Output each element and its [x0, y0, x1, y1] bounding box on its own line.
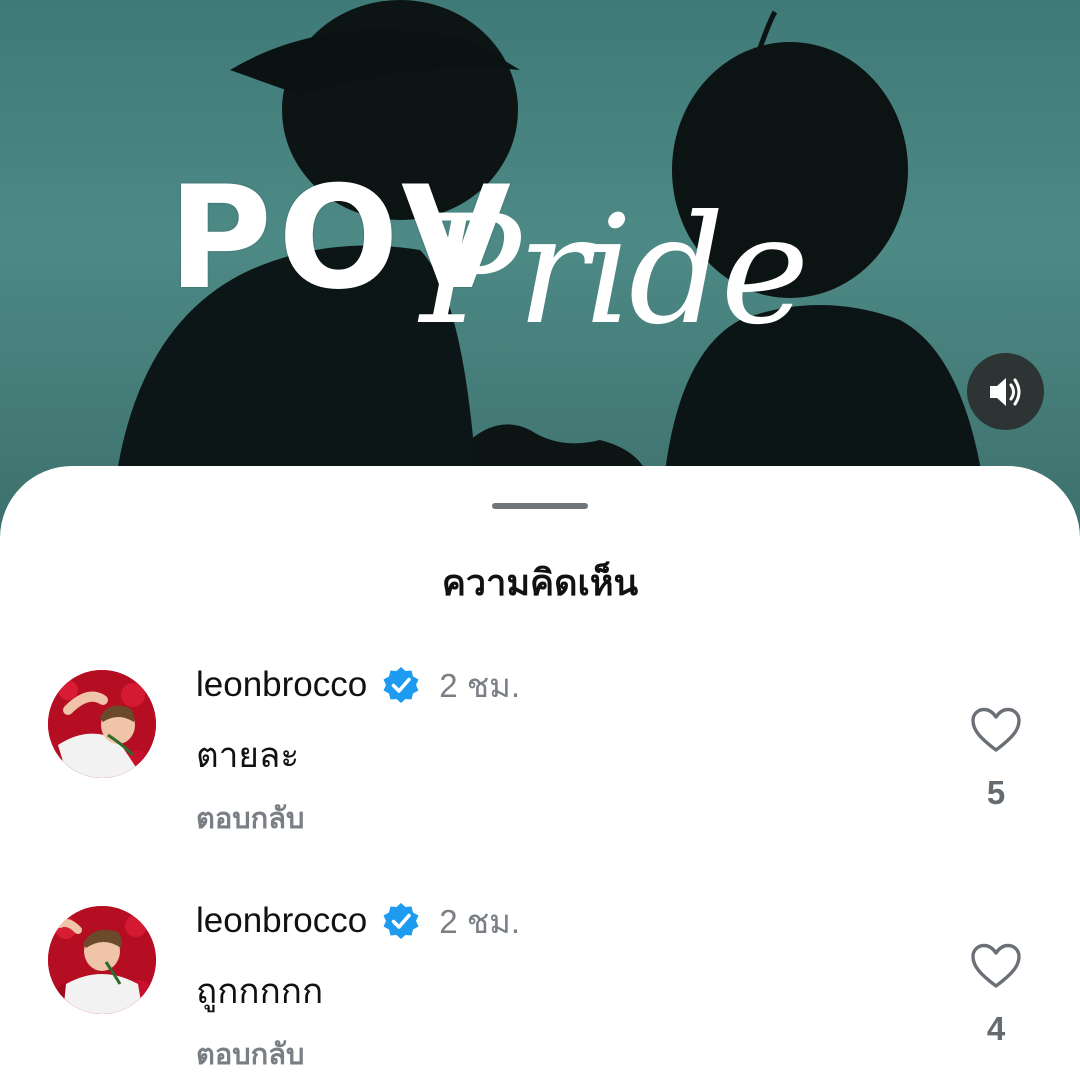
- reply-button[interactable]: ตอบกลับ: [196, 1031, 304, 1077]
- like-count: 4: [986, 1010, 1006, 1047]
- comment-username[interactable]: leonbrocco: [196, 901, 367, 941]
- like-count: 5: [986, 774, 1006, 811]
- avatar[interactable]: [48, 906, 156, 1014]
- comment-timestamp: 2 ชม.: [439, 666, 521, 704]
- sound-toggle-button[interactable]: [967, 353, 1044, 430]
- comment-item: leonbrocco 2 ชม. ตายละ ตอบกลับ 5: [0, 665, 1080, 870]
- reply-button[interactable]: ตอบกลับ: [196, 795, 304, 841]
- avatar[interactable]: [48, 670, 156, 778]
- comment-meta: leonbrocco 2 ชม.: [196, 665, 520, 705]
- comment-item: leonbrocco 2 ชม. ถูกกกกก ตอบกลับ 4: [0, 901, 1080, 1079]
- avatar-image: [48, 670, 156, 778]
- verified-badge-icon: [383, 903, 419, 939]
- comments-title: ความคิดเห็น: [441, 563, 639, 604]
- heart-icon[interactable]: [970, 706, 1022, 754]
- avatar-image: [48, 906, 156, 1014]
- comment-text: ตายละ: [196, 736, 300, 776]
- comments-sheet: ความคิดเห็น leonbrocco 2 ชม. ตายละ ตอบกล…: [0, 466, 1080, 1079]
- comment-meta: leonbrocco 2 ชม.: [196, 901, 520, 941]
- comment-timestamp: 2 ชม.: [439, 902, 521, 940]
- sheet-drag-handle[interactable]: [492, 503, 588, 509]
- verified-badge-icon: [383, 667, 419, 703]
- video-player[interactable]: POV Pride: [0, 0, 1080, 540]
- speaker-volume-icon: [989, 377, 1020, 406]
- video-script-text: Pride: [420, 184, 809, 358]
- heart-icon[interactable]: [970, 942, 1022, 990]
- comment-text: ถูกกกกก: [196, 972, 324, 1012]
- comment-username[interactable]: leonbrocco: [196, 665, 367, 705]
